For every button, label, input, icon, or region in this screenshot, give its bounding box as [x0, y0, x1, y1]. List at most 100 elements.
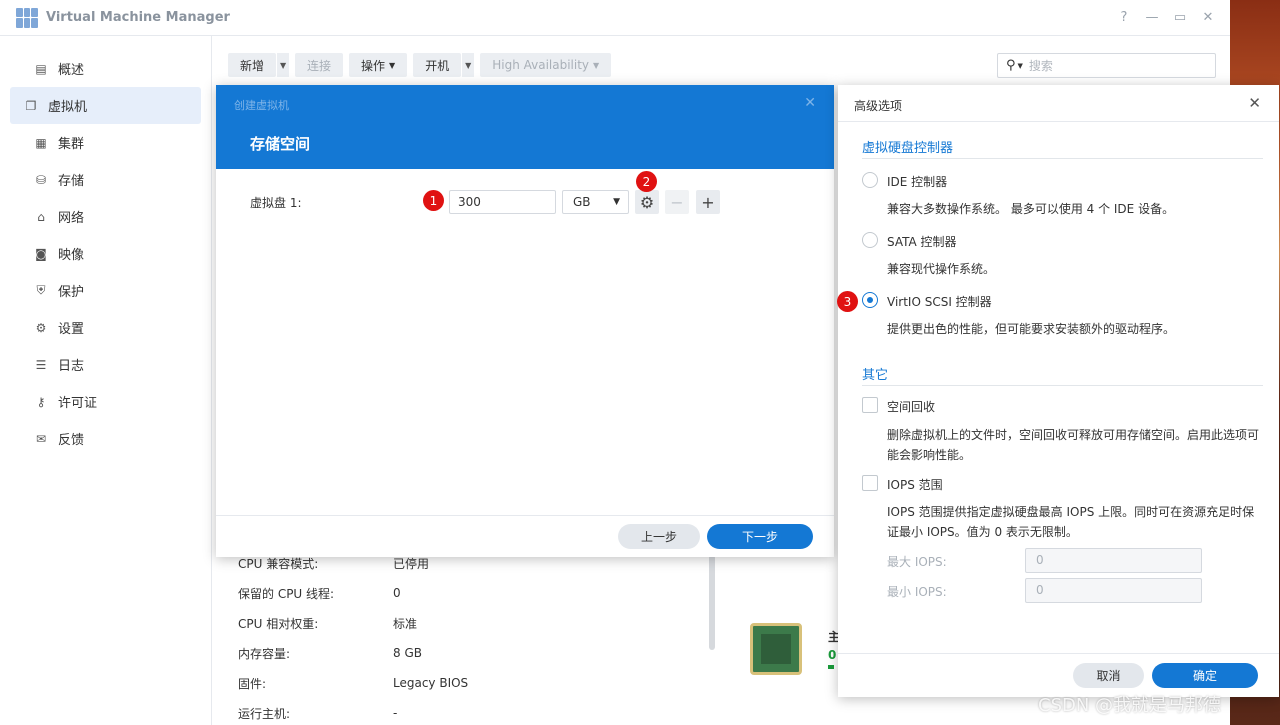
- virtio-description: 提供更出色的性能，但可能要求安装额外的驱动程序。: [887, 322, 1176, 336]
- app-logo-icon: [16, 7, 38, 28]
- sidebar-item-label: 集群: [58, 137, 85, 152]
- chevron-down-icon: ▼: [613, 197, 620, 207]
- window-controls: ? — ▭ ✕: [1110, 10, 1222, 25]
- disk-size-input[interactable]: 300: [449, 190, 556, 214]
- divider: [862, 158, 1263, 159]
- search-input[interactable]: ⚲ ▼ 搜索: [997, 53, 1216, 78]
- dialog-title: 高级选项: [854, 99, 903, 113]
- power-split-button: 开机 ▼: [413, 53, 475, 77]
- sidebar-item-protection[interactable]: ⛨ 保护: [10, 272, 201, 309]
- vm-details: CPU 兼容模式: 已停用 保留的 CPU 线程: 0 CPU 相对权重: 标准 内存…: [238, 548, 468, 725]
- iops-description: IOPS 范围提供指定虚拟硬盘最高 IOPS 上限。同时可在资源充足时保证最小 …: [887, 505, 1255, 539]
- remove-disk-button[interactable]: −: [665, 190, 689, 214]
- gear-icon: ⚙: [35, 320, 47, 335]
- dialog-title: 存储空间: [250, 135, 311, 153]
- space-reclaim-description: 删除虚拟机上的文件时，空间回收可释放可用存储空间。启用此选项可能会影响性能。: [887, 428, 1260, 462]
- toolbar: 新增 ▼ 连接 操作 ▼ 开机 ▼ High Availability ▼: [228, 53, 612, 77]
- maximize-icon[interactable]: ▭: [1166, 10, 1194, 25]
- sidebar-item-label: 反馈: [58, 433, 85, 448]
- search-scope-icon: ▼: [1017, 61, 1023, 70]
- sidebar-item-label: 虚拟机: [48, 100, 88, 115]
- sidebar-item-license[interactable]: ⚷ 许可证: [10, 383, 201, 420]
- sidebar-item-label: 网络: [58, 211, 85, 226]
- sidebar-item-overview[interactable]: ▤ 概述: [10, 50, 201, 87]
- cancel-button[interactable]: 取消: [1073, 663, 1144, 688]
- overview-icon: ▤: [35, 61, 47, 76]
- disk-unit-select[interactable]: GB ▼: [562, 190, 629, 214]
- sidebar-item-vm[interactable]: ❐ 虚拟机: [10, 87, 201, 124]
- detail-key: 固件:: [238, 676, 267, 691]
- back-button[interactable]: 上一步: [618, 524, 700, 549]
- detail-row: CPU 相对权重: 标准: [238, 608, 468, 638]
- search-icon: ⚲: [1006, 58, 1016, 73]
- detail-key: CPU 相对权重:: [238, 616, 319, 631]
- add-disk-button[interactable]: +: [696, 190, 720, 214]
- detail-key: CPU 兼容模式:: [238, 556, 319, 571]
- detail-key: 保留的 CPU 线程:: [238, 586, 335, 601]
- min-iops-input[interactable]: 0: [1025, 578, 1202, 603]
- host-usage-bar: [828, 665, 834, 669]
- detail-value: 标准: [393, 616, 418, 631]
- sidebar-item-label: 日志: [58, 359, 85, 374]
- disk-advanced-button[interactable]: ⚙: [635, 190, 659, 214]
- ha-label: High Availability: [492, 58, 590, 72]
- chevron-down-icon[interactable]: ▼: [462, 53, 475, 77]
- new-button[interactable]: 新增: [228, 53, 277, 77]
- virtio-label: VirtIO SCSI 控制器: [887, 295, 992, 309]
- detail-row: 运行主机: -: [238, 698, 468, 725]
- iops-checkbox[interactable]: [862, 475, 878, 491]
- sidebar-item-label: 概述: [58, 63, 85, 78]
- advanced-options-dialog: 高级选项 ✕ 虚拟硬盘控制器 IDE 控制器 兼容大多数操作系统。 最多可以使用…: [838, 85, 1279, 697]
- detail-value: Legacy BIOS: [393, 676, 469, 690]
- divider: [838, 121, 1279, 122]
- ha-menu-button[interactable]: High Availability ▼: [480, 53, 612, 77]
- sidebar-item-storage[interactable]: ⛁ 存储: [10, 161, 201, 198]
- ok-button[interactable]: 确定: [1152, 663, 1258, 688]
- gear-icon: ⚙: [639, 192, 655, 212]
- cluster-icon: ▦: [35, 135, 47, 150]
- help-icon[interactable]: ?: [1110, 10, 1138, 25]
- search-placeholder: 搜索: [1028, 59, 1053, 73]
- plus-icon: +: [701, 192, 715, 212]
- new-split-button: 新增 ▼: [228, 53, 290, 77]
- sidebar-item-label: 设置: [58, 322, 85, 337]
- sidebar-item-cluster[interactable]: ▦ 集群: [10, 124, 201, 161]
- close-icon[interactable]: ✕: [1194, 10, 1222, 25]
- watermark: CSDN @我就是马邦德: [1038, 695, 1222, 716]
- key-icon: ⚷: [36, 394, 46, 409]
- detail-value: 已停用: [393, 556, 430, 571]
- sidebar-item-image[interactable]: ◙ 映像: [10, 235, 201, 272]
- sata-description: 兼容现代操作系统。: [887, 262, 996, 276]
- scrollbar[interactable]: [709, 555, 715, 650]
- sidebar-item-network[interactable]: ⌂ 网络: [10, 198, 201, 235]
- close-icon[interactable]: ✕: [804, 95, 816, 111]
- detail-key: 运行主机:: [238, 706, 291, 721]
- sata-label: SATA 控制器: [887, 235, 957, 249]
- close-icon[interactable]: ✕: [1248, 94, 1261, 112]
- space-reclaim-checkbox[interactable]: [862, 397, 878, 413]
- detail-row: 固件: Legacy BIOS: [238, 668, 468, 698]
- next-button[interactable]: 下一步: [707, 524, 813, 549]
- ide-label: IDE 控制器: [887, 175, 948, 189]
- virtio-radio[interactable]: [862, 292, 878, 308]
- detail-row: 保留的 CPU 线程: 0: [238, 578, 468, 608]
- annotation-badge-3: 3: [837, 291, 858, 312]
- sidebar-item-log[interactable]: ☰ 日志: [10, 346, 201, 383]
- action-label: 操作: [361, 58, 386, 73]
- log-icon: ☰: [35, 357, 47, 372]
- power-on-button[interactable]: 开机: [413, 53, 462, 77]
- chevron-down-icon[interactable]: ▼: [277, 53, 290, 77]
- connect-button[interactable]: 连接: [295, 53, 344, 77]
- dialog-header: 创建虚拟机 存储空间 ✕: [216, 85, 834, 169]
- sidebar-item-label: 许可证: [58, 396, 98, 411]
- sata-radio[interactable]: [862, 232, 878, 248]
- sidebar-item-settings[interactable]: ⚙ 设置: [10, 309, 201, 346]
- minus-icon: −: [670, 192, 684, 212]
- action-menu-button[interactable]: 操作 ▼: [349, 53, 408, 77]
- minimize-icon[interactable]: —: [1138, 10, 1166, 25]
- sidebar-item-feedback[interactable]: ✉ 反馈: [10, 420, 201, 457]
- max-iops-input[interactable]: 0: [1025, 548, 1202, 573]
- ide-radio[interactable]: [862, 172, 878, 188]
- image-icon: ◙: [35, 246, 47, 261]
- virtual-disk-label: 虚拟盘 1:: [250, 196, 302, 210]
